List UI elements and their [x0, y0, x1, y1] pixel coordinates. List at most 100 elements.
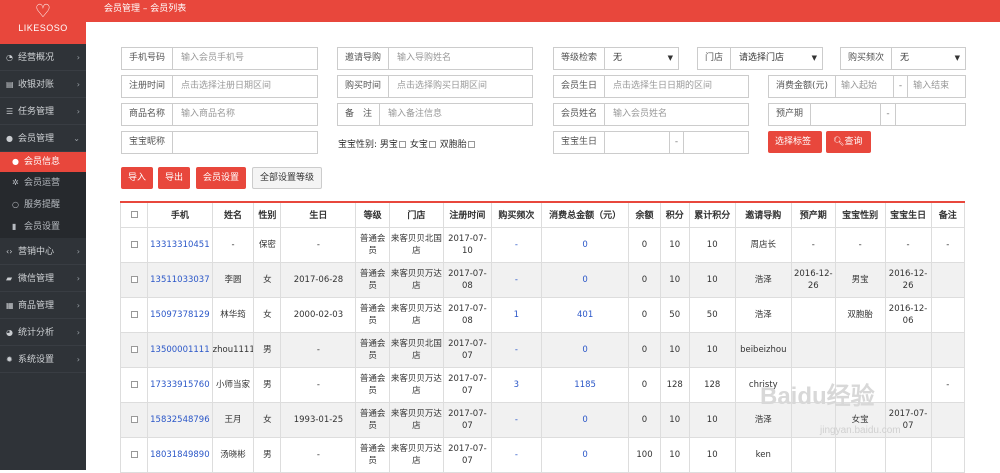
submenu-item-member-info[interactable]: ● 会员信息 [0, 152, 86, 172]
member-settings-button[interactable]: 会员设置 [196, 167, 247, 189]
amount-to-input[interactable]: 输入结束 [908, 76, 965, 97]
amount-from-input[interactable]: 输入起始 [836, 76, 893, 97]
caret-down-icon: ▼ [667, 54, 673, 62]
menu-item-statistics[interactable]: ◕ 统计分析 › [0, 319, 86, 346]
babybirth-from-input[interactable] [605, 132, 669, 153]
menu-item-members[interactable]: ● 会员管理 ⌄ [0, 125, 86, 152]
table-cell: 50 [659, 296, 690, 333]
table-cell: 10 [659, 401, 690, 438]
row-checkbox-cell[interactable] [119, 261, 149, 298]
row-checkbox-cell[interactable] [119, 401, 149, 438]
row-checkbox-cell[interactable] [119, 296, 149, 333]
table-cell: 2016-12-26 [884, 261, 932, 298]
row-checkbox[interactable] [130, 240, 138, 248]
menu-item-tasks[interactable]: ☰ 任务管理 › [0, 98, 86, 125]
set-all-level-button[interactable]: 全部设置等级 [252, 167, 323, 189]
row-checkbox[interactable] [130, 380, 138, 388]
table-cell[interactable]: - [490, 436, 542, 473]
phone-link[interactable]: 17333915760 [147, 366, 213, 403]
table-row[interactable]: 13313310451- 保密 - 普通会员 来客贝贝北国店 2017-07-10-0 0 1… [119, 226, 965, 263]
table-cell[interactable]: 3 [490, 366, 542, 403]
row-checkbox[interactable] [130, 275, 138, 283]
menu-item-wechat[interactable]: ▰ 微信管理 › [0, 265, 86, 292]
table-cell [930, 296, 965, 333]
submenu-item-member-ops[interactable]: ✲ 会员运营 [0, 172, 86, 194]
phone-link[interactable]: 13500001111 [147, 331, 213, 368]
table-cell[interactable]: - [490, 226, 542, 263]
query-button[interactable]: 🔍︎查询 [826, 131, 871, 153]
row-checkbox[interactable] [130, 450, 138, 458]
submenu-item-service-remind[interactable]: ○ 服务提醒 [0, 194, 86, 216]
table-row[interactable]: 13500001111 zhou1111 男 - 普通会员 来客贝贝北国店 2017-07-… [119, 331, 965, 368]
table-cell: 2017-07-10 [442, 226, 492, 263]
buytime-input[interactable]: 点击选择购买日期区间 [389, 76, 532, 97]
phone-link[interactable]: 18031849890 [147, 436, 213, 473]
brand-name: LIKESOSO [18, 23, 68, 33]
submenu-label: 服务提醒 [24, 200, 61, 210]
phone-link[interactable]: 13313310451 [147, 226, 213, 263]
table-cell[interactable]: - [490, 331, 542, 368]
table-cell[interactable]: 1185 [540, 366, 630, 403]
baby-sex-girl-checkbox[interactable] [428, 141, 436, 148]
regtime-input[interactable]: 点击选择注册日期区间 [173, 76, 317, 97]
select-tag-button[interactable]: 选择标签 [768, 131, 822, 153]
guide-input[interactable]: 输入导购姓名 [389, 48, 532, 69]
row-checkbox-cell[interactable] [119, 331, 149, 368]
goods-input[interactable]: 输入商品名称 [173, 104, 317, 125]
phone-input[interactable]: 输入会员手机号 [173, 48, 317, 69]
menu-item-system[interactable]: ✹ 系统设置 › [0, 346, 86, 373]
table-cell: beibeizhou [734, 331, 792, 368]
row-checkbox[interactable] [130, 345, 138, 353]
note-input[interactable]: 输入备注信息 [380, 104, 532, 125]
menu-item-cashier[interactable]: ▤ 收银对账 › [0, 71, 86, 98]
row-checkbox-cell[interactable] [119, 226, 149, 263]
row-checkbox-cell[interactable] [119, 436, 149, 473]
menu-item-marketing[interactable]: ‹› 营销中心 › [0, 238, 86, 265]
phone-link[interactable]: 13511033037 [147, 261, 213, 298]
chevron-right-icon: › [76, 328, 80, 337]
table-cell[interactable]: - [490, 401, 542, 438]
row-checkbox[interactable] [130, 415, 138, 423]
table-cell[interactable]: - [490, 261, 542, 298]
table-cell[interactable]: 0 [540, 401, 630, 438]
phone-link[interactable]: 15097378129 [147, 296, 213, 333]
due-from-input[interactable] [811, 104, 880, 125]
table-cell: 10 [688, 226, 736, 263]
table-row[interactable]: 18031849890 汤晓彬男 - 普通会员 来客贝贝万达店 2017-07-07-0 1… [119, 436, 965, 473]
row-checkbox[interactable] [130, 310, 138, 318]
baby-sex-twins-checkbox[interactable] [467, 141, 475, 148]
baby-sex-boy-checkbox[interactable] [398, 141, 406, 148]
users-icon: ● [6, 134, 13, 143]
submenu-item-member-settings[interactable]: ▮ 会员设置 [0, 216, 86, 238]
table-cell[interactable]: 0 [540, 261, 630, 298]
level-select[interactable]: 等级检索无 ▼ [553, 47, 679, 70]
phone-link[interactable]: 15832548796 [147, 401, 213, 438]
table-cell[interactable]: 1 [490, 296, 542, 333]
menu-item-overview[interactable]: ◔ 经营概况 › [0, 44, 86, 71]
babyname-field: 宝宝昵称 [121, 131, 318, 154]
chevron-down-icon: ⌄ [73, 134, 80, 143]
menu-label: 收银对账 [18, 80, 55, 90]
column-header: 门店 [388, 201, 444, 228]
row-checkbox-cell[interactable] [119, 366, 149, 403]
table-cell[interactable]: 0 [540, 436, 630, 473]
table-cell[interactable]: 401 [540, 296, 630, 333]
menu-item-goods[interactable]: ▦ 商品管理 › [0, 292, 86, 319]
babybirth-to-input[interactable] [684, 132, 748, 153]
select-all-checkbox-cell[interactable] [119, 201, 149, 228]
birthday-input[interactable]: 点击选择生日日期的区间 [605, 76, 748, 97]
babyname-input[interactable] [173, 132, 317, 153]
table-cell[interactable]: 0 [540, 331, 630, 368]
code-icon: ‹› [6, 247, 13, 256]
table-cell: 0 [628, 226, 661, 263]
freq-select[interactable]: 购买频次无 ▼ [840, 47, 966, 70]
name-input[interactable]: 输入会员姓名 [605, 104, 748, 125]
select-all-checkbox[interactable] [130, 210, 138, 218]
import-button[interactable]: 导入 [121, 167, 154, 189]
table-row[interactable]: 15097378129 林华筠女 2000-02-03 普通会员 来客贝贝万达店 2017… [119, 296, 965, 333]
store-select[interactable]: 门店 请选择门店 ▼ [697, 47, 823, 70]
export-button[interactable]: 导出 [158, 167, 191, 189]
due-to-input[interactable] [896, 104, 965, 125]
table-row[interactable]: 13511033037 李圆女 2017-06-28 普通会员 来客贝贝万达店 2017-… [119, 261, 965, 298]
table-cell[interactable]: 0 [540, 226, 630, 263]
